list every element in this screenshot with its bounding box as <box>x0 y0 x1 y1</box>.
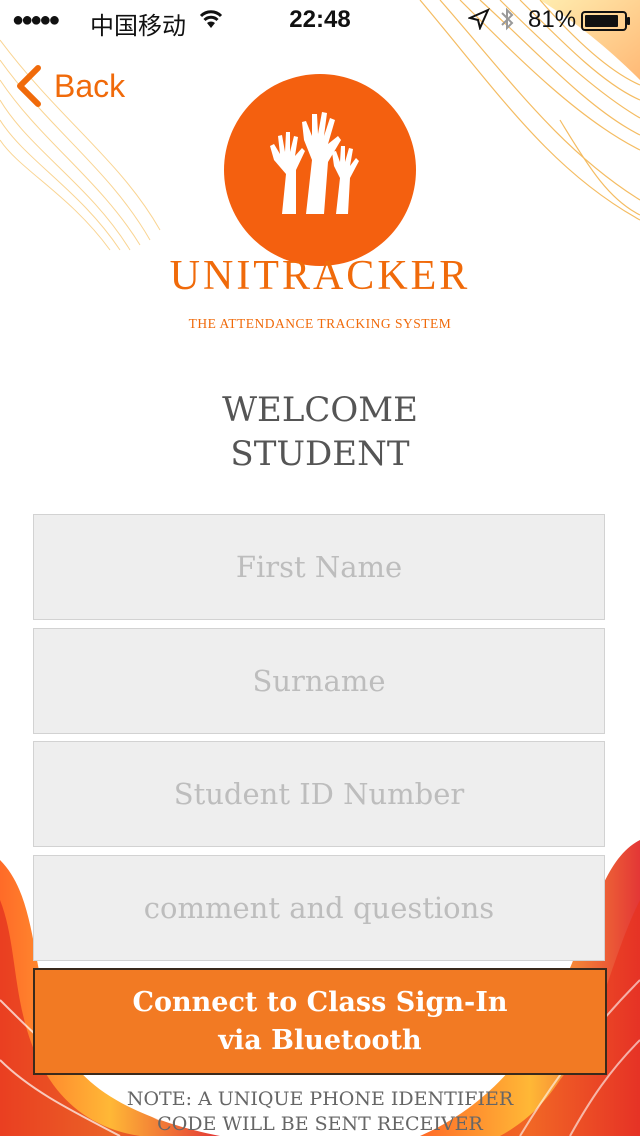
connect-button-line-2: via Bluetooth <box>218 1024 422 1056</box>
note-line-1: NOTE: A UNIQUE PHONE IDENTIFIER <box>126 1088 514 1110</box>
raised-hands-icon <box>270 112 359 214</box>
back-button[interactable]: Back <box>14 64 125 108</box>
back-label: Back <box>54 67 126 104</box>
comments-input[interactable] <box>33 855 605 961</box>
connect-bluetooth-button[interactable]: Connect to Class Sign-In via Bluetooth <box>33 968 607 1075</box>
welcome-heading: WELCOME STUDENT <box>0 388 640 476</box>
battery-percent: 81% <box>528 6 577 33</box>
welcome-line-2: STUDENT <box>230 434 410 474</box>
note-line-2: CODE WILL BE SENT RECEIVER <box>157 1113 483 1135</box>
surname-input[interactable] <box>33 628 605 734</box>
screen: ●●●●● 中国移动 22:48 81% Back UNITRACKER THE… <box>0 0 640 1136</box>
logo-circle <box>224 74 416 266</box>
logo-title: UNITRACKER <box>169 253 471 299</box>
first-name-input[interactable] <box>33 514 605 620</box>
battery-icon <box>581 10 631 38</box>
connect-button-line-1: Connect to Class Sign-In <box>132 986 508 1018</box>
student-id-input[interactable] <box>33 741 605 847</box>
chevron-left-icon <box>17 65 41 107</box>
welcome-line-1: WELCOME <box>222 390 418 430</box>
location-arrow-icon <box>466 8 490 37</box>
status-bar: ●●●●● 中国移动 22:48 81% <box>0 0 640 40</box>
logo-subtitle: THE ATTENDANCE TRACKING SYSTEM <box>188 316 452 331</box>
bluetooth-icon <box>499 6 515 39</box>
identifier-note: NOTE: A UNIQUE PHONE IDENTIFIER CODE WIL… <box>0 1087 640 1136</box>
